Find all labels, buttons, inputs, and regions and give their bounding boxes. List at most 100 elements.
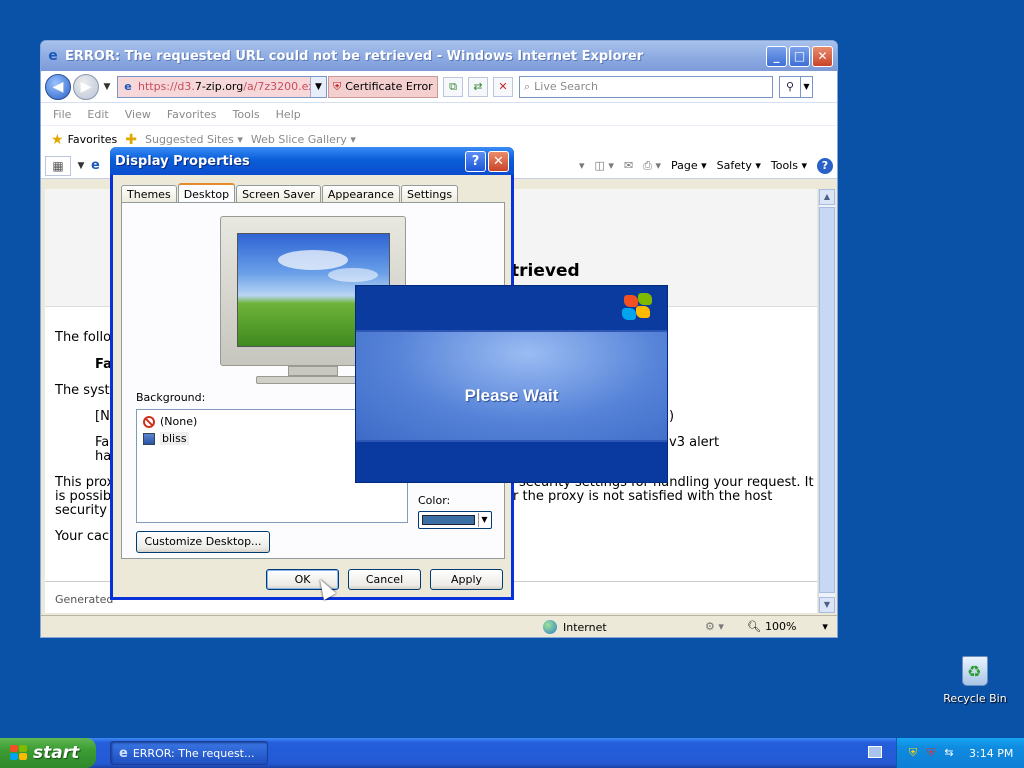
background-label: Background: — [136, 391, 206, 404]
clock[interactable]: 3:14 PM — [969, 747, 1013, 760]
minimize-button[interactable]: _ — [766, 45, 787, 67]
compatibility-view-icon[interactable]: ⧉ — [443, 76, 463, 97]
network-icon[interactable]: ⇆ — [943, 747, 955, 759]
error-text-line: ) — [669, 409, 675, 424]
error-text-line: v3 alert — [669, 435, 720, 450]
recycle-bin-desktop-icon[interactable]: Recycle Bin — [940, 656, 1010, 705]
refresh-icon[interactable]: ⇄ — [468, 76, 488, 97]
security-alert-icon[interactable]: ⛨ — [925, 747, 937, 759]
scroll-up-button[interactable]: ▲ — [819, 189, 835, 205]
security-shield-icon[interactable]: ⛨ — [907, 747, 919, 759]
please-wait-header — [356, 286, 667, 330]
page-icon: e — [124, 79, 132, 93]
scroll-thumb[interactable] — [819, 207, 835, 593]
status-bar: Internet ⚙ ▾ 🔍︎ 100% ▾ — [41, 615, 837, 637]
page-menu[interactable]: Page ▾ — [671, 159, 707, 172]
vertical-scrollbar[interactable]: ▲ ▼ — [818, 189, 835, 613]
ie-title-bar[interactable]: e ERROR: The requested URL could not be … — [41, 41, 837, 71]
maximize-button[interactable]: □ — [789, 45, 810, 67]
dialog-title-bar[interactable]: Display Properties ? ✕ — [110, 147, 514, 175]
recent-pages-dropdown[interactable]: ▼ — [101, 82, 113, 92]
zoom-control[interactable]: 🔍︎ 100% ▾ — [747, 620, 828, 633]
security-zone[interactable]: Internet — [543, 620, 607, 634]
address-dropdown[interactable]: ▼ — [310, 76, 326, 97]
please-wait-dialog: Please Wait — [355, 285, 668, 483]
print-icon[interactable]: ⎙ ▾ — [643, 159, 661, 173]
taskbar-item-label: ERROR: The request... — [132, 746, 255, 760]
favorites-label: Favorites — [67, 133, 118, 146]
customize-desktop-button[interactable]: Customize Desktop... — [136, 531, 270, 553]
error-text-line: Fa — [95, 435, 110, 450]
cancel-button[interactable]: Cancel — [348, 569, 421, 590]
zoom-icon: 🔍︎ — [747, 620, 761, 633]
menu-view[interactable]: View — [125, 108, 151, 121]
search-icon: ⌕ — [524, 79, 531, 93]
generated-footer: Generated — [55, 593, 114, 606]
keyboard-icon[interactable] — [868, 746, 882, 758]
start-label: start — [33, 743, 80, 763]
system-tray: ⛨ ⛨ ⇆ 3:14 PM — [896, 738, 1024, 768]
search-input[interactable]: ⌕ Live Search — [519, 75, 773, 98]
back-button[interactable]: ◀ — [45, 73, 71, 100]
zoom-dropdown-icon: ▾ — [822, 620, 828, 633]
none-icon — [143, 415, 155, 428]
taskbar-item-ie[interactable]: e ERROR: The request... — [110, 741, 268, 765]
favorites-star-icon: ★ — [51, 131, 64, 148]
certificate-error-button[interactable]: ⛨ Certificate Error — [328, 75, 438, 98]
rss-feeds-icon[interactable]: ◫ ▾ — [595, 159, 614, 172]
scroll-down-button[interactable]: ▼ — [819, 597, 835, 613]
menu-tools[interactable]: Tools — [233, 108, 260, 121]
windows-logo-icon — [620, 292, 654, 322]
help-icon[interactable]: ? — [817, 157, 833, 174]
dialog-close-button[interactable]: ✕ — [488, 150, 509, 172]
please-wait-footer — [356, 442, 667, 482]
web-slice-gallery-link[interactable]: Web Slice Gallery ▾ — [251, 133, 356, 146]
error-text-line: Your cach — [55, 529, 118, 544]
safety-menu[interactable]: Safety ▾ — [717, 159, 761, 172]
home-dropdown[interactable]: ▾ — [579, 159, 585, 172]
error-text-line: r the proxy is not satisfied with the ho… — [513, 489, 773, 504]
tab-list-dropdown[interactable]: ▼ — [75, 161, 87, 171]
apply-button[interactable]: Apply — [430, 569, 503, 590]
add-favorite-icon[interactable]: ✚ — [125, 132, 137, 148]
favorites-button[interactable]: ★ Favorites — [51, 132, 117, 148]
color-picker[interactable]: ▼ — [418, 511, 492, 529]
close-button[interactable]: ✕ — [812, 45, 833, 67]
suggested-sites-link[interactable]: Suggested Sites ▾ — [145, 133, 243, 146]
ie-logo-icon: e — [48, 48, 58, 64]
color-swatch — [422, 515, 475, 525]
menu-edit[interactable]: Edit — [87, 108, 108, 121]
search-options-dropdown[interactable]: ▼ — [801, 75, 813, 98]
image-file-icon — [143, 432, 155, 445]
address-bar[interactable]: e https://d3.7-zip.org/a/7z3200.exe ▼ — [117, 75, 327, 98]
tools-menu[interactable]: Tools ▾ — [771, 159, 807, 172]
ie-window-title: ERROR: The requested URL could not be re… — [65, 48, 644, 64]
certificate-error-icon: ⛨ — [333, 79, 342, 93]
forward-button[interactable]: ▶ — [73, 73, 99, 100]
tab-page-icon[interactable]: e — [91, 158, 100, 173]
protected-mode-icon[interactable]: ⚙ ▾ — [705, 620, 724, 633]
stop-icon[interactable]: ✕ — [493, 76, 513, 97]
error-text-line: security — [55, 503, 107, 518]
monitor-neck — [288, 366, 338, 376]
menu-file[interactable]: File — [53, 108, 71, 121]
start-button[interactable]: start — [0, 738, 96, 768]
menu-help[interactable]: Help — [276, 108, 301, 121]
background-item-label: (None) — [160, 415, 198, 428]
error-text-line: The follo — [55, 330, 112, 345]
color-label: Color: — [418, 494, 451, 507]
menu-favorites[interactable]: Favorites — [167, 108, 217, 121]
menu-bar: File Edit View Favorites Tools Help — [41, 103, 837, 125]
quick-tabs-icon[interactable]: ▦ — [45, 155, 71, 176]
please-wait-text: Please Wait — [464, 386, 559, 405]
address-toolbar: ◀ ▶ ▼ e https://d3.7-zip.org/a/7z3200.ex… — [41, 71, 837, 103]
address-url: https://d3.7-zip.org/a/7z3200.exe — [138, 80, 310, 93]
recycle-bin-label: Recycle Bin — [943, 692, 1007, 705]
read-mail-icon[interactable]: ✉ — [624, 159, 633, 172]
windows-flag-icon — [10, 745, 28, 761]
dialog-title: Display Properties — [115, 153, 250, 169]
search-button[interactable]: ⚲ — [779, 75, 801, 98]
error-text-line: The syst — [55, 383, 110, 398]
dialog-help-button[interactable]: ? — [465, 150, 486, 172]
error-text-line: [N — [95, 409, 110, 424]
